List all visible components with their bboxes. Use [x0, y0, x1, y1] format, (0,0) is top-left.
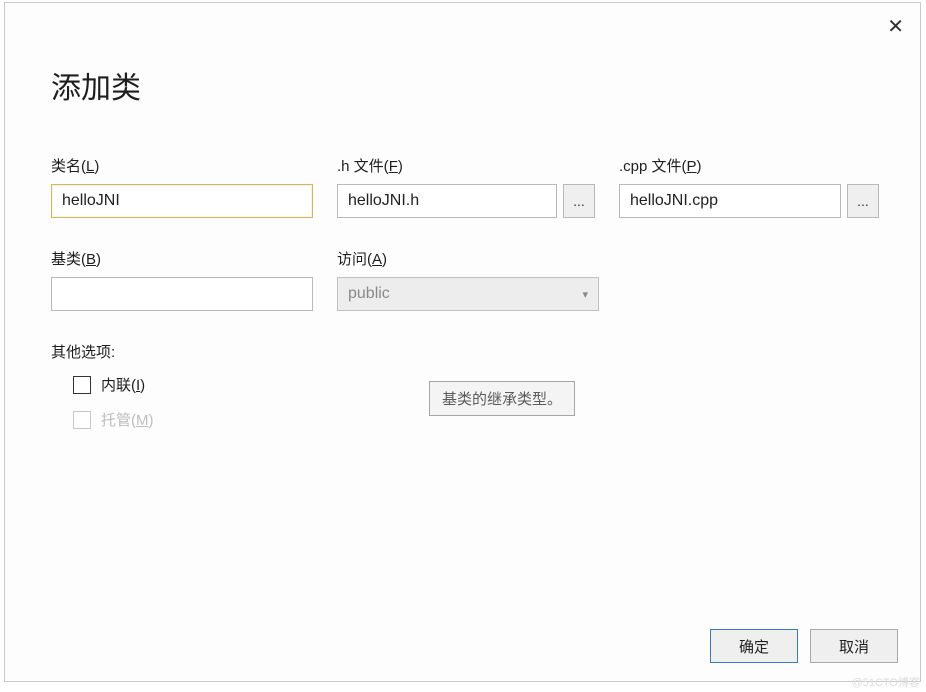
row-1: 类名(L) .h 文件(F) ... .cpp 文件(P) — [51, 155, 874, 218]
class-name-input[interactable] — [51, 184, 313, 218]
access-label: 访问(A) — [337, 248, 599, 269]
checkbox-box-icon — [73, 376, 91, 394]
checkbox-box-icon — [73, 411, 91, 429]
label-text: ) — [382, 251, 387, 268]
h-file-browse-button[interactable]: ... — [563, 184, 595, 218]
field-cpp-file: .cpp 文件(P) ... — [619, 155, 879, 218]
inline-label: 内联(I) — [101, 374, 145, 395]
label-text: ) — [140, 377, 145, 394]
row-2: 基类(B) 访问(A) public ▾ — [51, 248, 874, 311]
inheritance-tooltip: 基类的继承类型。 — [429, 381, 575, 416]
chevron-down-icon: ▾ — [582, 288, 588, 301]
label-text: 托管( — [101, 412, 136, 429]
label-text: ) — [149, 412, 154, 429]
label-hotkey: B — [86, 251, 96, 268]
cancel-button[interactable]: 取消 — [810, 629, 898, 663]
cpp-file-input[interactable] — [619, 184, 841, 218]
label-hotkey: F — [389, 158, 398, 175]
dialog-title: 添加类 — [5, 3, 920, 107]
inline-checkbox[interactable]: 内联(I) — [73, 374, 154, 395]
add-class-dialog: ✕ 添加类 类名(L) .h 文件(F) ... .c — [4, 2, 921, 682]
label-hotkey: M — [136, 412, 149, 429]
label-text: 基类( — [51, 251, 86, 268]
label-text: ) — [398, 158, 403, 175]
cpp-file-browse-button[interactable]: ... — [847, 184, 879, 218]
label-text: ) — [697, 158, 702, 175]
field-base-class: 基类(B) — [51, 248, 313, 311]
access-select[interactable]: public ▾ — [337, 277, 599, 311]
h-file-input[interactable] — [337, 184, 557, 218]
managed-checkbox: 托管(M) — [73, 409, 154, 430]
field-class-name: 类名(L) — [51, 155, 313, 218]
h-file-label: .h 文件(F) — [337, 155, 595, 176]
label-text: 内联( — [101, 377, 136, 394]
label-text: .h 文件( — [337, 158, 389, 175]
label-text: ) — [94, 158, 99, 175]
label-hotkey: P — [687, 158, 697, 175]
dialog-footer: 确定 取消 — [710, 629, 898, 663]
class-name-label: 类名(L) — [51, 155, 313, 176]
base-class-input[interactable] — [51, 277, 313, 311]
field-access: 访问(A) public ▾ — [337, 248, 599, 311]
label-hotkey: A — [372, 251, 382, 268]
close-icon[interactable]: ✕ — [887, 17, 904, 37]
label-text: 类名( — [51, 158, 86, 175]
cpp-file-label: .cpp 文件(P) — [619, 155, 879, 176]
label-text: ) — [96, 251, 101, 268]
label-text: 访问( — [337, 251, 372, 268]
field-h-file: .h 文件(F) ... — [337, 155, 595, 218]
managed-label: 托管(M) — [101, 409, 154, 430]
other-options-heading: 其他选项: — [51, 341, 154, 362]
label-text: .cpp 文件( — [619, 158, 687, 175]
base-class-label: 基类(B) — [51, 248, 313, 269]
ok-button[interactable]: 确定 — [710, 629, 798, 663]
access-value: public — [348, 285, 390, 303]
